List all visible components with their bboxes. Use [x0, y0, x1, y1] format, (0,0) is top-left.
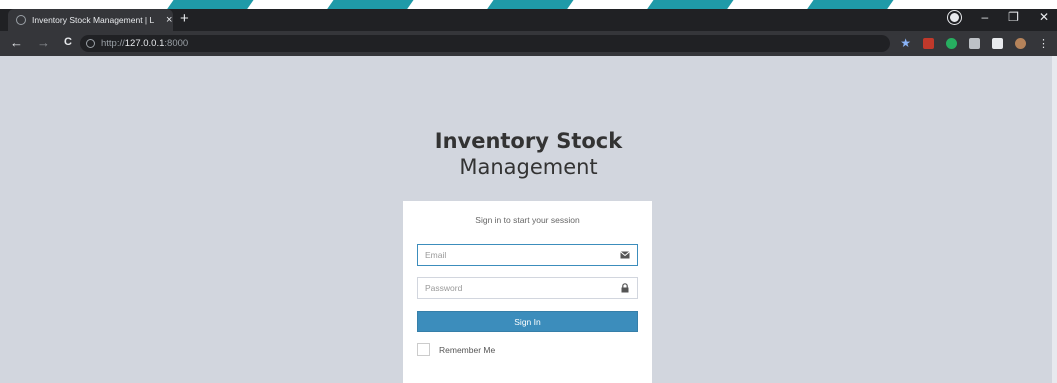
bookmark-star-icon[interactable]: ★: [900, 36, 911, 50]
extension-icon[interactable]: [923, 37, 934, 49]
email-field: [417, 244, 638, 266]
remember-me-checkbox[interactable]: [417, 343, 430, 356]
info-icon[interactable]: [86, 39, 95, 48]
screen: Inventory Stock Management | L × + – ❐ ✕…: [0, 0, 1057, 383]
envelope-icon: [620, 251, 630, 259]
profile-icon[interactable]: [948, 10, 962, 24]
browser-tab[interactable]: Inventory Stock Management | L ×: [8, 9, 173, 31]
close-window-button[interactable]: ✕: [1039, 10, 1049, 24]
puzzle-icon[interactable]: [992, 37, 1003, 49]
menu-icon[interactable]: ⋮: [1038, 37, 1049, 50]
remember-me: Remember Me: [417, 343, 495, 356]
tab-close-icon[interactable]: ×: [166, 14, 172, 26]
remember-me-label[interactable]: Remember Me: [439, 345, 495, 355]
minimize-button[interactable]: –: [981, 10, 988, 24]
window-controls: – ❐ ✕: [948, 10, 1049, 24]
globe-icon: [16, 15, 26, 25]
back-button[interactable]: ←: [10, 35, 23, 50]
url-host: 127.0.0.1: [124, 38, 165, 49]
new-tab-button[interactable]: +: [180, 10, 189, 27]
forward-button[interactable]: →: [37, 35, 50, 50]
password-field: [417, 277, 638, 299]
login-box: Sign in to start your session Sign In Re: [403, 201, 652, 383]
nav-buttons: ← → C: [10, 35, 72, 50]
restore-button[interactable]: ❐: [1008, 10, 1019, 24]
logo-title-line2: Management: [459, 155, 598, 179]
browser-tab-bar: Inventory Stock Management | L × + – ❐ ✕: [0, 9, 1057, 31]
login-message: Sign in to start your session: [475, 215, 580, 225]
lock-icon: [621, 283, 629, 293]
extension-icons: ★ ⋮: [900, 36, 1049, 50]
avatar[interactable]: [1015, 37, 1026, 49]
browser-toolbar: ← → C http://127.0.0.1:8000 ★ ⋮: [0, 31, 1057, 56]
email-input[interactable]: [418, 245, 615, 265]
sign-in-button[interactable]: Sign In: [417, 311, 638, 332]
scrollbar[interactable]: [1052, 56, 1057, 383]
logo-title-line1: Inventory Stock: [434, 129, 623, 153]
extension-icon[interactable]: [969, 37, 980, 49]
url-scheme: http://: [101, 38, 125, 49]
address-bar[interactable]: http://127.0.0.1:8000: [80, 35, 890, 52]
page-content: Inventory Stock Management Sign in to st…: [0, 56, 1057, 383]
reload-button[interactable]: C: [64, 36, 72, 50]
url-port: :8000: [164, 38, 189, 49]
page-logo: Inventory Stock Management: [0, 128, 1057, 180]
extension-icon[interactable]: [946, 37, 957, 49]
password-input[interactable]: [418, 278, 615, 298]
tab-title: Inventory Stock Management | L: [32, 15, 155, 25]
